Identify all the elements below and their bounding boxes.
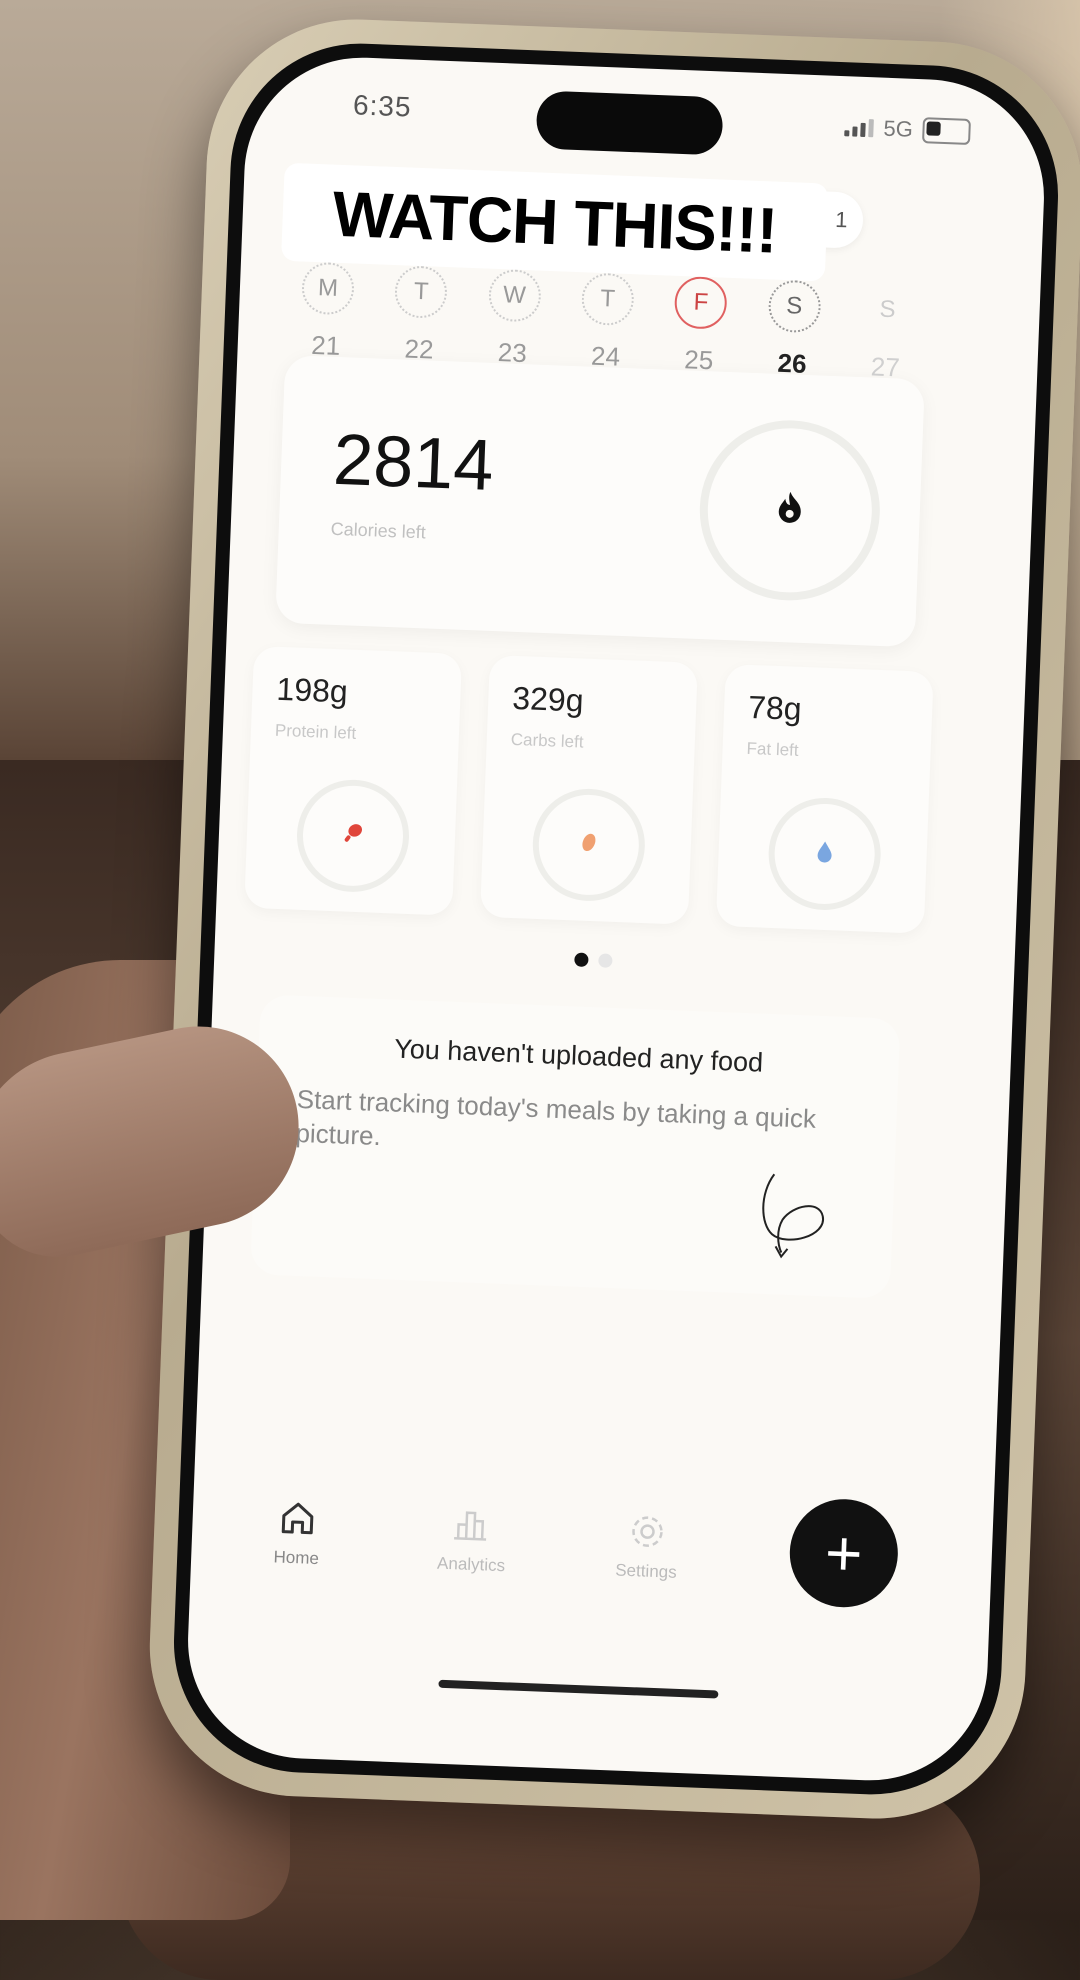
phone-case: 6:35 5G WATCH THIS!!! 🔥 1 M 21 T 22 [144,13,1080,1825]
day-thursday[interactable]: T 24 [565,272,649,374]
overlay-caption: WATCH THIS!!! [281,162,829,282]
droplet-icon [813,837,836,871]
phone-bezel: 6:35 5G WATCH THIS!!! 🔥 1 M 21 T 22 [169,38,1063,1800]
streak-count: 1 [834,206,849,233]
signal-icon [844,118,874,138]
bottom-nav: Home Analytics Settings [231,1494,713,1584]
curved-arrow-icon [762,1173,824,1259]
page-indicator-active[interactable] [574,952,589,967]
protein-value: 198g [275,670,349,710]
nav-home-label: Home [273,1547,320,1569]
protein-label: Protein left [274,720,357,743]
carbs-value: 329g [511,679,585,719]
day-monday[interactable]: M 21 [285,261,369,363]
add-food-button[interactable]: + [787,1497,900,1610]
phone-screen: 6:35 5G WATCH THIS!!! 🔥 1 M 21 T 22 [183,53,1049,1785]
drumstick-icon [340,819,365,853]
fat-ring [766,795,883,913]
battery-icon [922,117,972,146]
day-letter: W [487,268,542,323]
dynamic-island [535,90,724,156]
day-letter: T [580,272,635,327]
empty-state-title: You haven't uploaded any food [393,1033,764,1078]
nav-settings-label: Settings [614,1560,678,1582]
day-tuesday[interactable]: T 22 [378,265,462,367]
status-time: 6:35 [352,89,413,123]
carbs-label: Carbs left [510,729,584,752]
carbs-ring [530,786,647,904]
day-letter: M [301,261,355,316]
day-friday[interactable]: F 25 [658,275,742,377]
grain-icon [577,828,600,862]
network-label: 5G [883,115,914,142]
carbs-card[interactable]: 329g Carbs left [479,654,698,925]
day-sunday[interactable]: S 27 [845,282,929,384]
day-saturday[interactable]: S 26 [752,279,836,381]
nav-analytics-label: Analytics [436,1553,506,1576]
day-letter: T [394,265,449,320]
nav-home[interactable]: Home [231,1494,364,1571]
protein-ring [294,777,412,894]
home-indicator[interactable] [438,1679,719,1699]
protein-card[interactable]: 198g Protein left [244,645,463,916]
page-indicator[interactable] [598,953,613,968]
day-wednesday[interactable]: W 23 [472,268,556,370]
bar-chart-icon [454,1511,487,1541]
empty-state-subtitle: Start tracking today's meals by taking a… [294,1083,817,1152]
fat-card[interactable]: 78g Fat left [715,664,934,934]
day-letter: S [767,279,822,334]
calories-card[interactable]: 2814 Calories left [275,354,925,648]
nav-analytics[interactable]: Analytics [406,1500,539,1577]
flame-icon [774,489,806,531]
fat-label: Fat left [746,738,799,760]
home-icon [281,1502,314,1535]
macros-row: 198g Protein left 329g Carbs left 78g Fa… [244,645,934,934]
day-letter: F [674,275,729,330]
empty-state-card: You haven't uploaded any food Start trac… [250,994,901,1299]
nav-settings[interactable]: Settings [581,1507,714,1584]
day-letter: S [879,295,897,324]
calories-ring [696,416,884,604]
calories-label: Calories left [330,518,427,543]
status-indicators: 5G [844,114,972,146]
calories-value: 2814 [331,419,496,506]
gear-icon [632,1516,663,1547]
fat-value: 78g [747,688,803,727]
